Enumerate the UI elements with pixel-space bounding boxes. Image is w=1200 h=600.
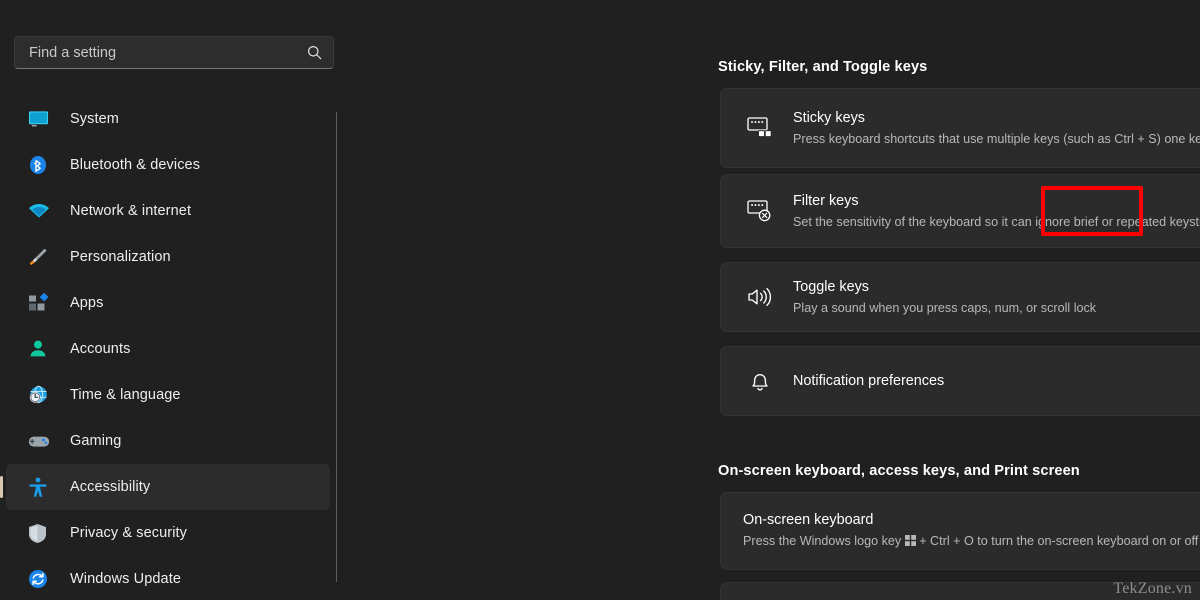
sidebar-item-bluetooth-devices[interactable]: Bluetooth & devices: [6, 142, 330, 188]
setting-row-toggle-keys[interactable]: Toggle keys Play a sound when you press …: [720, 262, 1200, 332]
sidebar-item-label: Personalization: [70, 249, 171, 265]
sidebar-nav: System Bluetooth & devices: [0, 96, 348, 600]
setting-subtitle-part-2: + Ctrl + O to turn the on-screen keyboar…: [916, 534, 1199, 548]
sidebar-item-time-language[interactable]: Time & language: [6, 372, 330, 418]
toggle-keys-sound-icon: [743, 285, 777, 309]
sidebar-item-label: Accounts: [70, 341, 130, 357]
sidebar-item-label: Time & language: [70, 387, 181, 403]
sidebar: System Bluetooth & devices: [0, 0, 348, 600]
sidebar-item-gaming[interactable]: Gaming: [6, 418, 330, 464]
person-icon: [28, 336, 58, 362]
sidebar-scrollbar[interactable]: [336, 112, 337, 582]
sidebar-item-label: Gaming: [70, 433, 121, 449]
setting-row-notification-preferences[interactable]: Notification preferences: [720, 346, 1200, 416]
update-icon: [28, 566, 58, 592]
bell-icon: [743, 369, 777, 393]
setting-row-on-screen-keyboard[interactable]: On-screen keyboard Press the Windows log…: [720, 492, 1200, 570]
setting-subtitle: Set the sensitivity of the keyboard so i…: [793, 213, 1200, 231]
apps-icon: [28, 290, 58, 316]
setting-title: Filter keys: [793, 192, 1200, 211]
sidebar-item-label: Bluetooth & devices: [70, 157, 200, 173]
search-icon[interactable]: [303, 45, 333, 60]
sidebar-item-label: Windows Update: [70, 571, 181, 587]
accessibility-icon: [28, 474, 58, 500]
bluetooth-icon: [28, 152, 58, 178]
sidebar-item-personalization[interactable]: Personalization: [6, 234, 330, 280]
sidebar-item-label: System: [70, 111, 119, 127]
sidebar-item-network-internet[interactable]: Network & internet: [6, 188, 330, 234]
shield-icon: [28, 520, 58, 546]
gamepad-icon: [28, 428, 58, 454]
wifi-icon: [28, 198, 58, 224]
setting-text: Sticky keys Press keyboard shortcuts tha…: [793, 109, 1200, 148]
setting-subtitle: Press the Windows logo key + Ctrl + O to…: [743, 532, 1200, 551]
search-box[interactable]: [14, 36, 334, 69]
setting-text: Notification preferences: [793, 372, 1200, 391]
setting-text: Filter keys Set the sensitivity of the k…: [793, 192, 1200, 231]
setting-title: On-screen keyboard: [743, 511, 1200, 530]
section-heading-sticky-filter-toggle: Sticky, Filter, and Toggle keys: [718, 59, 927, 75]
settings-window: System Bluetooth & devices: [0, 0, 1200, 600]
sidebar-item-system[interactable]: System: [6, 96, 330, 142]
clock-globe-icon: [28, 382, 58, 408]
filter-keys-icon: [743, 199, 777, 223]
setting-subtitle: Press keyboard shortcuts that use multip…: [793, 130, 1200, 148]
section-heading-onscreen-keyboard: On-screen keyboard, access keys, and Pri…: [718, 463, 1080, 479]
monitor-icon: [28, 106, 58, 132]
search-input[interactable]: [15, 45, 303, 61]
setting-row-sticky-keys[interactable]: Sticky keys Press keyboard shortcuts tha…: [720, 88, 1200, 168]
sidebar-item-privacy-security[interactable]: Privacy & security: [6, 510, 330, 556]
sidebar-item-accounts[interactable]: Accounts: [6, 326, 330, 372]
paintbrush-icon: [28, 244, 58, 270]
sidebar-item-label: Network & internet: [70, 203, 191, 219]
setting-subtitle: Play a sound when you press caps, num, o…: [793, 299, 1200, 317]
setting-text: On-screen keyboard Press the Windows log…: [743, 511, 1200, 551]
setting-row-filter-keys[interactable]: Filter keys Set the sensitivity of the k…: [720, 174, 1200, 248]
sidebar-item-windows-update[interactable]: Windows Update: [6, 556, 330, 600]
sidebar-item-label: Privacy & security: [70, 525, 187, 541]
sticky-keys-icon: [743, 116, 777, 140]
watermark: TekZone.vn: [1113, 580, 1192, 598]
setting-title: Toggle keys: [793, 278, 1200, 297]
sidebar-item-apps[interactable]: Apps: [6, 280, 330, 326]
setting-subtitle-part-1: Press the Windows logo key: [743, 534, 905, 548]
sidebar-item-label: Accessibility: [70, 479, 150, 495]
sidebar-item-label: Apps: [70, 295, 103, 311]
setting-title: Notification preferences: [793, 372, 1200, 391]
setting-title: Sticky keys: [793, 109, 1200, 128]
sidebar-item-accessibility[interactable]: Accessibility: [6, 464, 330, 510]
windows-logo-key-icon: [905, 533, 916, 551]
setting-text: Toggle keys Play a sound when you press …: [793, 278, 1200, 317]
main-content: Sticky, Filter, and Toggle keys Sticky k…: [348, 0, 1200, 600]
